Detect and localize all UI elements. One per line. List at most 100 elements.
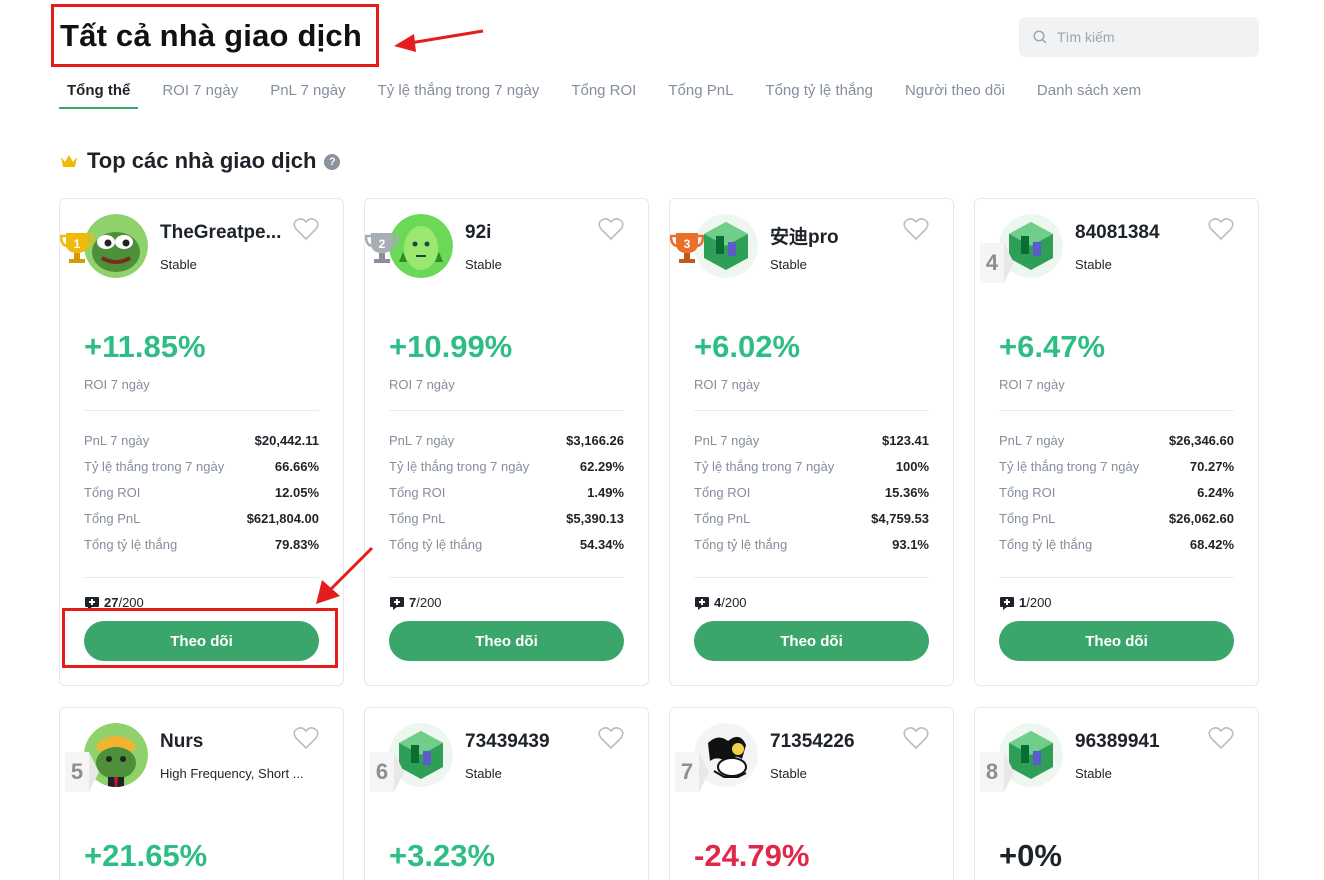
heart-icon[interactable]: [1208, 726, 1234, 750]
trader-name[interactable]: 92i: [465, 222, 597, 244]
stat-row: Tổng PnL $26,062.60: [999, 511, 1234, 537]
copy-users-icon: [1000, 596, 1014, 610]
tab-followers[interactable]: Người theo dõi: [897, 78, 1013, 109]
bronze-trophy-icon: 3: [670, 233, 704, 263]
trader-tag: High Frequency, Short ...: [160, 766, 304, 781]
roi-label: ROI 7 ngày: [694, 377, 760, 392]
roi-value: +11.85%: [84, 329, 206, 364]
trader-name[interactable]: Nurs: [160, 731, 292, 753]
divider: [694, 410, 929, 411]
stat-row: Tổng ROI 1.49%: [389, 485, 624, 511]
copy-slots-max: /200: [1026, 595, 1052, 610]
stat-row: Tổng PnL $5,390.13: [389, 511, 624, 537]
stat-value: $20,442.11: [254, 433, 319, 448]
divider: [389, 577, 624, 578]
divider: [999, 577, 1234, 578]
search-box[interactable]: [1019, 17, 1259, 57]
heart-icon[interactable]: [903, 726, 929, 750]
stat-value: $4,759.53: [871, 511, 929, 526]
divider: [389, 410, 624, 411]
trader-name[interactable]: 84081384: [1075, 222, 1207, 244]
roi-label: ROI 7 ngày: [389, 377, 455, 392]
trader-card[interactable]: 6 73439439 Stable +3.23%: [364, 707, 649, 880]
stat-row: Tổng PnL $621,804.00: [84, 511, 319, 537]
follow-button[interactable]: Theo dõi: [389, 621, 624, 661]
heart-icon[interactable]: [293, 217, 319, 241]
copy-slots: 7/200: [389, 595, 442, 610]
tab-total-winrate[interactable]: Tổng tỷ lệ thắng: [757, 78, 881, 109]
stat-value: $5,390.13: [566, 511, 624, 526]
trader-card[interactable]: 5 Nurs High Frequency, Short ... +21.65%: [59, 707, 344, 880]
heart-icon[interactable]: [598, 726, 624, 750]
search-icon: [1033, 30, 1047, 44]
stat-value: 93.1%: [892, 537, 929, 552]
copy-users-icon: [390, 596, 404, 610]
tab-total-pnl[interactable]: Tổng PnL: [660, 78, 741, 109]
stat-label: Tỷ lệ thắng trong 7 ngày: [694, 459, 835, 474]
copy-slots-count: 1: [1019, 595, 1027, 610]
stat-label: Tỷ lệ thắng trong 7 ngày: [999, 459, 1140, 474]
trader-name[interactable]: 71354226: [770, 731, 902, 753]
trader-card[interactable]: 4 84081384 Stable +6.47% ROI 7 ngày PnL …: [974, 198, 1259, 686]
copy-slots: 4/200: [694, 595, 747, 610]
rank-number: 2: [379, 237, 386, 251]
tab-pnl-7d[interactable]: PnL 7 ngày: [262, 78, 353, 109]
trader-tag: Stable: [1075, 766, 1112, 781]
trader-name[interactable]: 73439439: [465, 731, 597, 753]
rank-badge: 8: [980, 752, 1014, 792]
heart-icon[interactable]: [293, 726, 319, 750]
stat-row: Tổng tỷ lệ thắng 79.83%: [84, 537, 319, 563]
tab-winrate-7d[interactable]: Tỷ lệ thắng trong 7 ngày: [370, 78, 548, 109]
search-input[interactable]: [1057, 29, 1237, 45]
stat-label: Tổng tỷ lệ thắng: [999, 537, 1093, 552]
trader-card[interactable]: 7 71354226 Stable -24.79%: [669, 707, 954, 880]
tab-watchlist[interactable]: Danh sách xem: [1029, 78, 1149, 109]
heart-icon[interactable]: [598, 217, 624, 241]
stat-row: Tỷ lệ thắng trong 7 ngày 66.66%: [84, 459, 319, 485]
rank-badge: 7: [675, 752, 709, 792]
stat-value: 12.05%: [274, 485, 319, 500]
stat-row: PnL 7 ngày $3,166.26: [389, 433, 624, 459]
title-highlight-box: [51, 4, 379, 67]
stat-row: Tổng ROI 6.24%: [999, 485, 1234, 511]
trader-tag: Stable: [465, 257, 502, 272]
trader-name[interactable]: 96389941: [1075, 731, 1207, 753]
trader-card[interactable]: 3 安迪pro Stable +6.02% ROI 7 ngày PnL 7 n…: [669, 198, 954, 686]
follow-button[interactable]: Theo dõi: [999, 621, 1234, 661]
copy-slots-count: 7: [409, 595, 417, 610]
tab-total-roi[interactable]: Tổng ROI: [563, 78, 644, 109]
stat-value: 1.49%: [587, 485, 624, 500]
stat-value: $26,062.60: [1168, 511, 1234, 526]
rank-badge: 6: [370, 752, 404, 792]
heart-icon[interactable]: [1208, 217, 1234, 241]
stat-value: 62.29%: [579, 459, 624, 474]
follow-button[interactable]: Theo dõi: [694, 621, 929, 661]
trader-name[interactable]: TheGreatpe...: [160, 222, 292, 244]
roi-value: +0%: [999, 838, 1062, 873]
divider: [84, 577, 319, 578]
trader-tag: Stable: [465, 766, 502, 781]
stat-label: Tổng tỷ lệ thắng: [389, 537, 483, 552]
rank-number: 1: [74, 237, 81, 251]
divider: [694, 577, 929, 578]
copy-slots-max: /200: [416, 595, 442, 610]
stat-label: PnL 7 ngày: [389, 433, 455, 448]
tab-roi-7d[interactable]: ROI 7 ngày: [154, 78, 246, 109]
title-arrow-annotation: [394, 29, 484, 52]
stat-label: Tổng PnL: [999, 511, 1056, 526]
trader-card[interactable]: 2 92i Stable +10.99% ROI 7 ngày PnL 7 ng…: [364, 198, 649, 686]
stat-row: Tỷ lệ thắng trong 7 ngày 100%: [694, 459, 929, 485]
trader-name[interactable]: 安迪pro: [770, 222, 902, 249]
stats-list: PnL 7 ngày $123.41 Tỷ lệ thắng trong 7 ng…: [694, 433, 929, 563]
stat-row: PnL 7 ngày $26,346.60: [999, 433, 1234, 459]
stat-label: PnL 7 ngày: [694, 433, 760, 448]
trader-tag: Stable: [770, 257, 807, 272]
roi-value: +6.47%: [999, 329, 1106, 364]
tab-overview[interactable]: Tổng thể: [59, 78, 139, 109]
stat-label: Tổng PnL: [84, 511, 141, 526]
trader-tag: Stable: [770, 766, 807, 781]
heart-icon[interactable]: [903, 217, 929, 241]
help-icon[interactable]: ?: [324, 154, 341, 170]
stat-value: $3,166.26: [566, 433, 624, 448]
trader-card[interactable]: 8 96389941 Stable +0%: [974, 707, 1259, 880]
